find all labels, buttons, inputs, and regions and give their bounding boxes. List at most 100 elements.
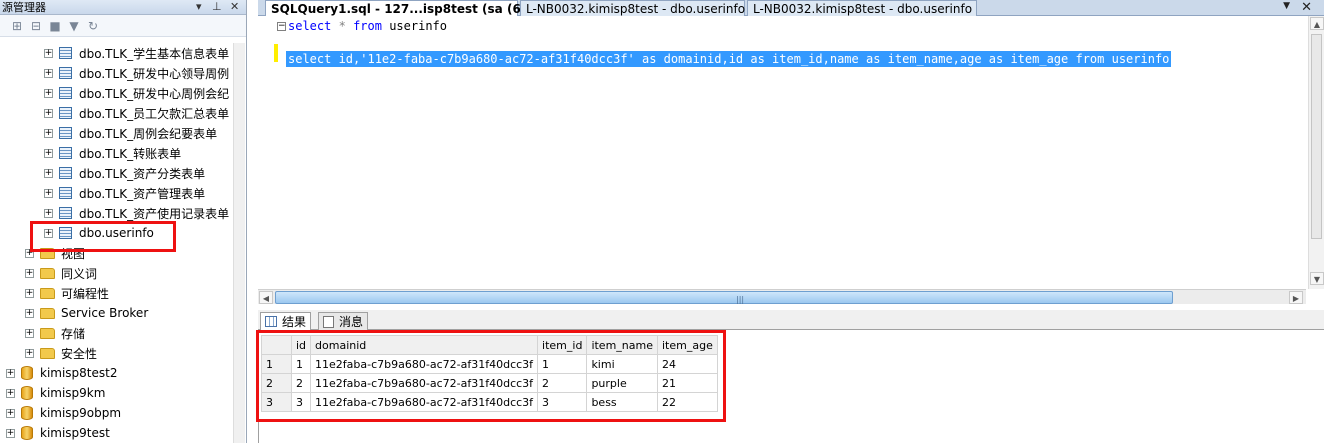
expand-icon[interactable]: + (44, 48, 53, 58)
expand-icon[interactable]: + (6, 428, 15, 438)
expand-icon[interactable]: + (44, 168, 53, 178)
tab-list-dropdown-icon[interactable]: ▼ (1283, 1, 1290, 11)
expand-icon[interactable]: + (25, 268, 34, 278)
expand-icon[interactable]: + (44, 128, 53, 138)
expand-icon[interactable]: + (6, 408, 15, 418)
tree-item-label: dbo.TLK_资产管理表单 (79, 186, 206, 201)
code-line-2-selected[interactable]: select id,'11e2-faba-c7b9a680-ac72-af31f… (286, 51, 1172, 67)
explorer-close-icon[interactable]: ✕ (230, 0, 239, 13)
tree-item-database[interactable]: + kimisp8test2 (6, 363, 118, 383)
filter-icon[interactable]: ▼ (67, 19, 81, 33)
tree-item-folder[interactable]: + 视图 (25, 243, 85, 263)
code-line-1[interactable]: select * from userinfo (288, 19, 447, 33)
expand-icon[interactable]: + (44, 208, 53, 218)
explorer-dropdown-icon[interactable]: ▾ (196, 0, 202, 13)
column-header[interactable]: item_name (586, 335, 658, 355)
expand-icon[interactable]: + (25, 248, 34, 258)
tree-item-userinfo[interactable]: + dbo.userinfo (44, 223, 154, 243)
expand-icon[interactable]: + (6, 368, 15, 378)
scroll-left-icon[interactable]: ◀ (259, 291, 273, 304)
scroll-down-icon[interactable]: ▼ (1310, 272, 1324, 285)
tree-item-table[interactable]: + dbo.TLK_周例会纪要表单 (44, 123, 217, 143)
scrollbar-thumb[interactable]: ||| (275, 291, 1173, 304)
tree-item-folder[interactable]: + Service Broker (25, 303, 148, 323)
column-header[interactable]: domainid (310, 335, 539, 355)
expand-icon[interactable]: + (25, 348, 34, 358)
cell-id[interactable]: 1 (290, 354, 312, 374)
cell-item-id[interactable]: 1 (537, 354, 588, 374)
tab-userinfo-2[interactable]: L-NB0032.kimisp8test - dbo.userinfo (747, 0, 977, 16)
row-number[interactable]: 3 (261, 392, 292, 412)
refresh-icon[interactable]: ↻ (86, 19, 100, 33)
row-number[interactable]: 1 (261, 354, 292, 374)
cell-item-age[interactable]: 24 (657, 354, 718, 374)
tab-close-icon[interactable]: ✕ (1301, 0, 1312, 15)
table-icon (59, 87, 72, 99)
tree-item-database[interactable]: + kimisp9obpm (6, 403, 121, 423)
cell-domainid[interactable]: 11e2faba-c7b9a680-ac72-af31f40dcc3f (310, 392, 539, 412)
cell-item-name[interactable]: purple (586, 373, 658, 393)
cell-item-name[interactable]: kimi (586, 354, 658, 374)
expand-icon[interactable]: + (25, 288, 34, 298)
tab-results[interactable]: 结果 (260, 312, 312, 330)
column-header[interactable]: item_age (657, 335, 718, 355)
tree-item-folder[interactable]: + 可编程性 (25, 283, 109, 303)
tree-item-table[interactable]: + dbo.TLK_研发中心领导周例 (44, 63, 229, 83)
tree-item-table[interactable]: + dbo.TLK_学生基本信息表单 (44, 43, 229, 63)
disconnect-icon[interactable]: ⊟ (29, 19, 43, 33)
tree-item-database[interactable]: + kimisp9km (6, 383, 105, 403)
cell-item-name[interactable]: bess (586, 392, 658, 412)
table-icon (59, 147, 72, 159)
tree-item-folder[interactable]: + 安全性 (25, 343, 97, 363)
tree-item-table[interactable]: + dbo.TLK_转账表单 (44, 143, 181, 163)
cell-item-id[interactable]: 3 (537, 392, 588, 412)
connect-icon[interactable]: ⊞ (10, 19, 24, 33)
tree-item-table[interactable]: + dbo.TLK_研发中心周例会纪 (44, 83, 229, 103)
table-row[interactable]: 1 1 11e2faba-c7b9a680-ac72-af31f40dcc3f … (261, 354, 718, 374)
grid-header-row: id domainid item_id item_name item_age (261, 335, 718, 355)
cell-item-age[interactable]: 21 (657, 373, 718, 393)
tree-item-database[interactable]: + kimisp9test (6, 423, 110, 443)
tree-scrollbar[interactable] (233, 43, 245, 443)
expand-icon[interactable]: + (44, 188, 53, 198)
cell-item-id[interactable]: 2 (537, 373, 588, 393)
editor-horizontal-scrollbar[interactable]: ◀ ||| ▶ (258, 289, 1306, 304)
stop-icon[interactable]: ■ (48, 19, 62, 33)
cell-id[interactable]: 3 (290, 392, 312, 412)
cell-id[interactable]: 2 (290, 373, 312, 393)
expand-icon[interactable]: + (44, 228, 53, 238)
scroll-right-icon[interactable]: ▶ (1289, 291, 1303, 304)
collapse-icon[interactable]: − (277, 22, 286, 31)
tree-item-folder[interactable]: + 存储 (25, 323, 85, 343)
tree-item-folder[interactable]: + 同义词 (25, 263, 97, 283)
tab-sqlquery1[interactable]: SQLQuery1.sql - 127...isp8test (sa (67))… (265, 0, 546, 16)
scroll-up-icon[interactable]: ▲ (1310, 17, 1324, 30)
explorer-pin-icon[interactable]: ⊥ (212, 0, 222, 13)
expand-icon[interactable]: + (6, 388, 15, 398)
expand-icon[interactable]: + (44, 88, 53, 98)
column-header[interactable]: id (290, 335, 312, 355)
tree-item-label: 存储 (61, 326, 86, 341)
expand-icon[interactable]: + (44, 148, 53, 158)
table-row[interactable]: 3 3 11e2faba-c7b9a680-ac72-af31f40dcc3f … (261, 392, 718, 412)
expand-icon[interactable]: + (44, 108, 53, 118)
tab-messages[interactable]: 消息 (318, 312, 369, 330)
editor-vertical-scrollbar[interactable]: ▲ ▼ (1308, 16, 1324, 289)
tree-item-label: 同义词 (61, 266, 98, 281)
tree-item-table[interactable]: + dbo.TLK_员工欠款汇总表单 (44, 103, 229, 123)
expand-icon[interactable]: + (25, 328, 34, 338)
tree-item-table[interactable]: + dbo.TLK_资产分类表单 (44, 163, 205, 183)
cell-domainid[interactable]: 11e2faba-c7b9a680-ac72-af31f40dcc3f (310, 354, 539, 374)
tree-item-table[interactable]: + dbo.TLK_资产使用记录表单 (44, 203, 229, 223)
cell-domainid[interactable]: 11e2faba-c7b9a680-ac72-af31f40dcc3f (310, 373, 539, 393)
cell-item-age[interactable]: 22 (657, 392, 718, 412)
tree-item-table[interactable]: + dbo.TLK_资产管理表单 (44, 183, 205, 203)
column-header[interactable]: item_id (537, 335, 588, 355)
expand-icon[interactable]: + (44, 68, 53, 78)
tab-userinfo-1[interactable]: L-NB0032.kimisp8test - dbo.userinfo (520, 0, 745, 16)
sql-editor[interactable]: − select * from userinfo select id,'11e2… (258, 16, 1324, 289)
table-row[interactable]: 2 2 11e2faba-c7b9a680-ac72-af31f40dcc3f … (261, 373, 718, 393)
row-number[interactable]: 2 (261, 373, 292, 393)
expand-icon[interactable]: + (25, 308, 34, 318)
scrollbar-thumb[interactable] (1311, 34, 1322, 239)
